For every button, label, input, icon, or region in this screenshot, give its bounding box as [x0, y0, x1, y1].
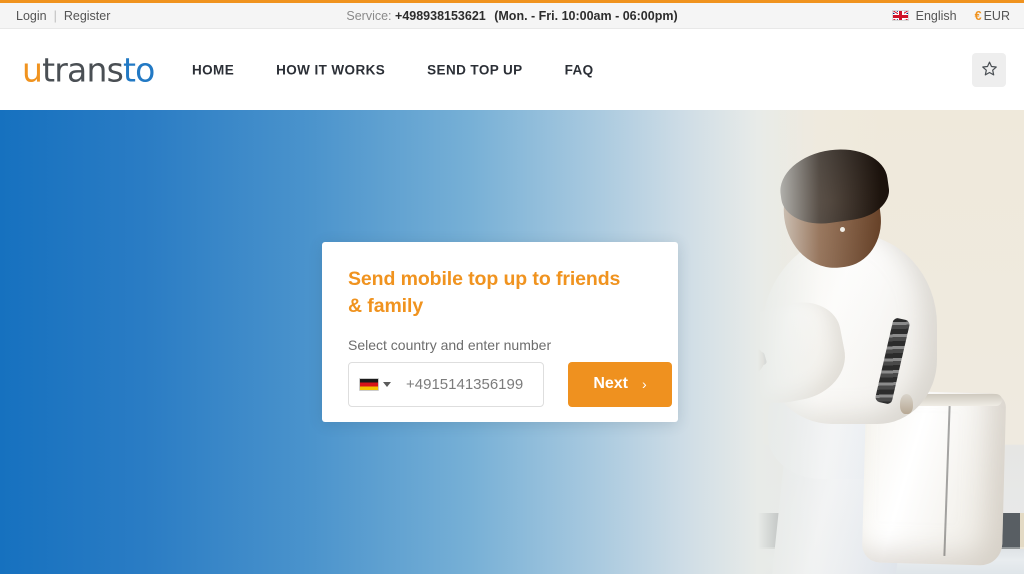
euro-symbol-icon: €	[974, 8, 982, 23]
logo-part-2: trans	[42, 50, 124, 89]
language-selector[interactable]: English	[891, 8, 957, 23]
chevron-down-icon	[383, 381, 391, 387]
service-label: Service:	[346, 8, 392, 23]
language-label: English	[915, 8, 957, 23]
locale-controls: English € EUR	[891, 8, 1010, 23]
card-title: Send mobile top up to friends & family	[348, 268, 621, 317]
logo-part-1: u	[22, 50, 43, 89]
main-navigation: HOME HOW IT WORKS SEND TOP UP FAQ	[192, 62, 594, 77]
germany-flag-icon	[359, 377, 379, 391]
country-select[interactable]	[359, 377, 397, 391]
utility-bar: Login | Register Service: +498938153621 …	[0, 3, 1024, 29]
nav-item-send-top-up[interactable]: SEND TOP UP	[427, 62, 522, 77]
topup-form-card: Send mobile top up to friends & family S…	[322, 242, 678, 422]
nav-item-faq[interactable]: FAQ	[565, 62, 594, 77]
currency-label: EUR	[983, 8, 1010, 23]
site-logo[interactable]: utransto	[22, 50, 155, 89]
phone-input-group	[348, 361, 605, 407]
card-subtitle: Select country and enter number	[348, 336, 552, 353]
service-hours: (Mon. - Fri. 10:00am - 06:00pm)	[494, 8, 678, 23]
uk-flag-icon	[891, 10, 909, 21]
nav-item-home[interactable]: HOME	[192, 62, 234, 77]
nav-item-how-it-works[interactable]: HOW IT WORKS	[276, 62, 385, 77]
next-button[interactable]: Next ›	[568, 361, 672, 407]
chevron-right-icon: ›	[642, 376, 647, 393]
service-info: Service: +498938153621 (Mon. - Fri. 10:0…	[0, 9, 1024, 23]
phone-entry-row: Next ›	[348, 361, 672, 407]
logo-part-3: to	[122, 50, 155, 89]
site-header: utransto HOME HOW IT WORKS SEND TOP UP F…	[0, 29, 1024, 110]
page-root: Login | Register Service: +498938153621 …	[0, 0, 1024, 574]
favorite-button[interactable]	[972, 52, 1006, 87]
hero-section: Send mobile top up to friends & family S…	[0, 110, 1024, 574]
service-phone: +498938153621	[395, 8, 486, 23]
next-button-label: Next	[593, 375, 628, 393]
star-icon	[981, 60, 998, 80]
currency-selector[interactable]: € EUR	[975, 9, 1010, 23]
